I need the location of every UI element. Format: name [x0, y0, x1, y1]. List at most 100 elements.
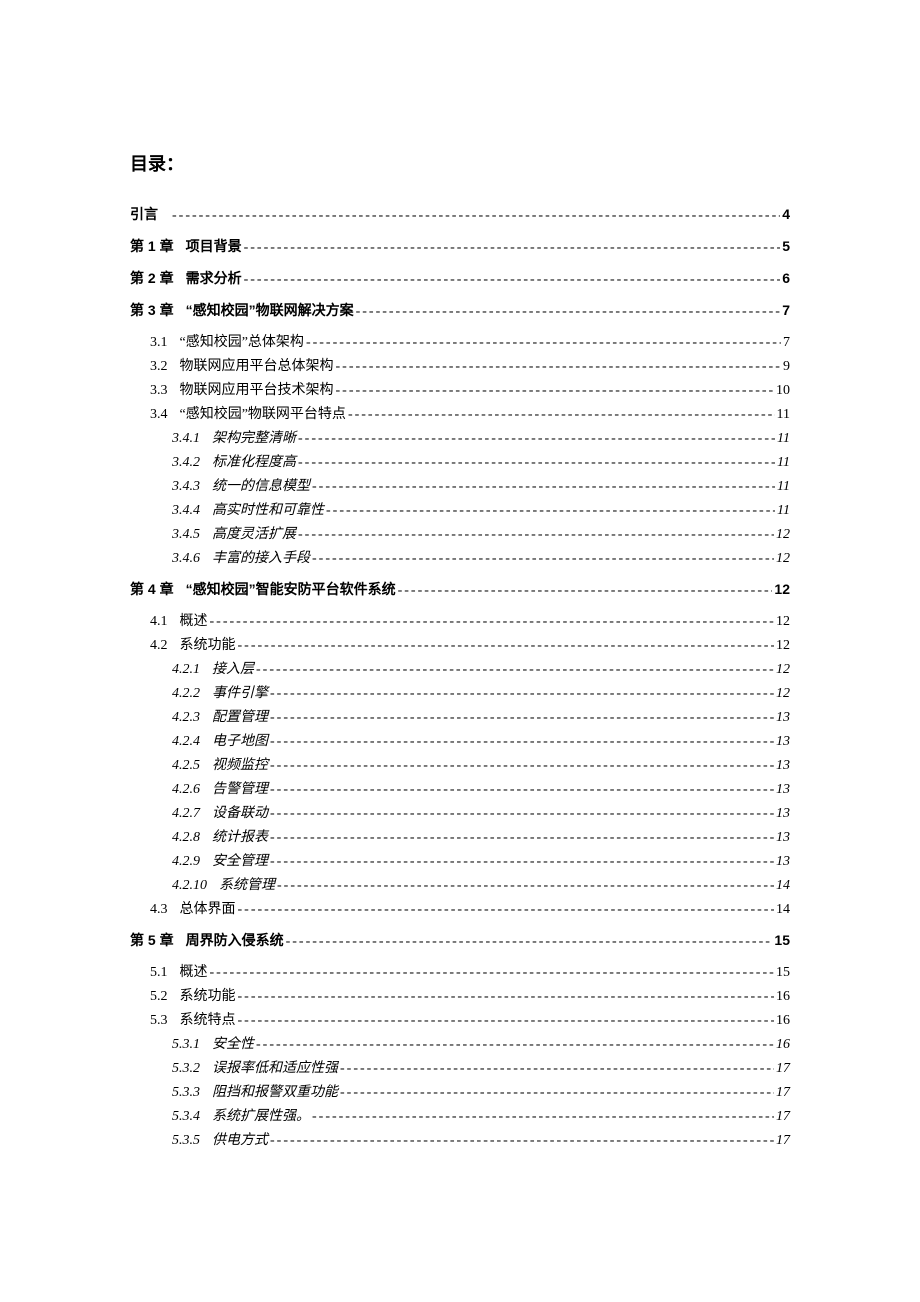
toc-entry-label: “感知校园”总体架构	[180, 332, 304, 353]
toc-entry-page: 12	[774, 579, 790, 600]
toc-entry-number: 4.2.6	[172, 779, 200, 800]
toc-body: 引言4第 1 章项目背景5第 2 章需求分析6第 3 章“感知校园”物联网解决方…	[130, 204, 790, 1151]
toc-entry-number: 3.4.4	[172, 500, 200, 521]
toc-entry-page: 11	[777, 476, 790, 497]
toc-entry-number: 3.4.2	[172, 452, 200, 473]
toc-entry-page: 13	[776, 755, 790, 776]
toc-leader	[298, 428, 775, 449]
toc-entry-number: 5.2	[150, 986, 168, 1007]
toc-entry-page: 15	[776, 962, 790, 983]
toc-entry-number: 5.3.4	[172, 1106, 200, 1127]
toc-leader	[298, 524, 774, 545]
toc-entry: 3.4.4高实时性和可靠性11	[130, 500, 790, 521]
toc-entry-page: 12	[776, 548, 790, 569]
toc-entry-number: 5.3.2	[172, 1058, 200, 1079]
toc-leader	[277, 875, 774, 896]
toc-entry-page: 13	[776, 779, 790, 800]
toc-entry: 3.1“感知校园”总体架构7	[130, 332, 790, 353]
toc-leader	[312, 548, 774, 569]
toc-entry-page: 16	[776, 1010, 790, 1031]
toc-entry-label: 设备联动	[212, 803, 268, 824]
toc-leader	[244, 269, 781, 290]
toc-entry-label: 安全性	[212, 1034, 254, 1055]
toc-entry: 3.4.6丰富的接入手段12	[130, 548, 790, 569]
toc-leader	[286, 931, 773, 952]
toc-entry-label: 高实时性和可靠性	[212, 500, 324, 521]
toc-entry: 第 5 章周界防入侵系统15	[130, 930, 790, 952]
toc-entry: 5.3系统特点16	[130, 1010, 790, 1031]
toc-entry: 4.2.9 安全管理 13	[130, 851, 790, 872]
toc-entry-label: 周界防入侵系统	[186, 930, 284, 951]
toc-entry-number: 第 1 章	[130, 236, 174, 257]
toc-entry-number: 3.2	[150, 356, 168, 377]
toc-entry-number: 4.2	[150, 635, 168, 656]
toc-entry: 4.2.6告警管理13	[130, 779, 790, 800]
toc-entry-number: 5.3.1	[172, 1034, 200, 1055]
toc-leader	[336, 380, 775, 401]
toc-leader	[326, 500, 775, 521]
toc-entry: 3.4.5高度灵活扩展12	[130, 524, 790, 545]
toc-leader	[238, 635, 775, 656]
toc-entry-label: 需求分析	[186, 268, 242, 289]
toc-entry-page: 17	[776, 1082, 790, 1103]
toc-entry-number: 5.1	[150, 962, 168, 983]
toc-entry: 4.2.4电子地图13	[130, 731, 790, 752]
toc-entry: 第 2 章需求分析6	[130, 268, 790, 290]
toc-entry-label: 配置管理	[212, 707, 268, 728]
toc-entry-number: 4.2.1	[172, 659, 200, 680]
toc-entry-page: 4	[782, 204, 790, 225]
toc-leader	[238, 1010, 775, 1031]
toc-entry-page: 13	[776, 827, 790, 848]
toc-entry-page: 16	[776, 986, 790, 1007]
toc-entry-label: 高度灵活扩展	[212, 524, 296, 545]
toc-entry-page: 13	[776, 851, 790, 872]
toc-leader	[238, 899, 775, 920]
toc-entry-label: 系统扩展性强。	[212, 1106, 310, 1127]
toc-entry: 4.2.7设备联动13	[130, 803, 790, 824]
toc-entry-number: 4.2.2	[172, 683, 200, 704]
toc-leader	[356, 301, 781, 322]
toc-entry: 4.2.3配置管理13	[130, 707, 790, 728]
toc-entry: 5.2 系统功能 16	[130, 986, 790, 1007]
toc-entry-number: 3.4.6	[172, 548, 200, 569]
toc-entry: 4.3总体界面14	[130, 899, 790, 920]
toc-entry-label: 系统特点	[180, 1010, 236, 1031]
toc-entry: 4.2.10系统管理14	[130, 875, 790, 896]
toc-leader	[398, 580, 773, 601]
toc-entry: 4.2.1 接入层 12	[130, 659, 790, 680]
toc-entry-label: “感知校园”智能安防平台软件系统	[186, 579, 396, 600]
toc-entry-page: 12	[776, 635, 790, 656]
toc-entry-label: 接入层	[212, 659, 254, 680]
toc-entry: 3.4.2标准化程度高11	[130, 452, 790, 473]
toc-entry-label: “感知校园”物联网解决方案	[186, 300, 354, 321]
toc-entry-number: 第 4 章	[130, 579, 174, 600]
toc-entry: 4.2系统功能12	[130, 635, 790, 656]
toc-entry-label: 电子地图	[212, 731, 268, 752]
toc-leader	[270, 851, 774, 872]
toc-entry-page: 12	[776, 683, 790, 704]
toc-entry-number: 4.2.9	[172, 851, 200, 872]
toc-entry-number: 第 5 章	[130, 930, 174, 951]
toc-entry: 3.3物联网应用平台技术架构10	[130, 380, 790, 401]
toc-entry-page: 12	[776, 524, 790, 545]
toc-entry: 3.4“感知校园”物联网平台特点11	[130, 404, 790, 425]
toc-entry: 5.3.2误报率低和适应性强17	[130, 1058, 790, 1079]
toc-entry-page: 9	[783, 356, 790, 377]
toc-entry: 5.3.3阻挡和报警双重功能17	[130, 1082, 790, 1103]
toc-entry-label: 总体界面	[180, 899, 236, 920]
toc-leader	[298, 452, 775, 473]
toc-leader	[340, 1058, 774, 1079]
toc-entry-number: 4.2.7	[172, 803, 200, 824]
toc-entry-label: 系统功能	[180, 986, 236, 1007]
toc-entry-page: 12	[776, 659, 790, 680]
toc-entry-label: 统计报表	[212, 827, 268, 848]
toc-leader	[270, 683, 774, 704]
toc-entry-label: 物联网应用平台技术架构	[180, 380, 334, 401]
toc-entry-page: 16	[776, 1034, 790, 1055]
toc-entry-page: 7	[782, 300, 790, 321]
toc-entry-label: 安全管理	[212, 851, 268, 872]
toc-leader	[348, 404, 775, 425]
toc-leader	[270, 803, 774, 824]
toc-leader	[238, 986, 775, 1007]
toc-leader	[270, 779, 774, 800]
